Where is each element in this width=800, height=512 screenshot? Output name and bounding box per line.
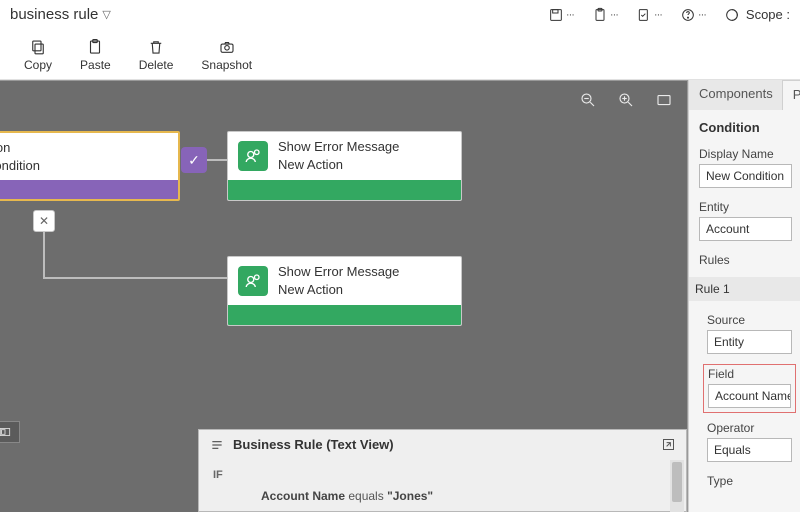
error-action-icon — [238, 266, 268, 296]
snapshot-button[interactable]: Snapshot — [201, 38, 252, 72]
title-bar: business rule ▽ ··· ··· ··· ··· Scope : — [0, 0, 800, 30]
cond-val: "Jones" — [387, 489, 433, 503]
chevron-down-icon: ▽ — [102, 8, 110, 21]
source-value: Entity — [714, 335, 744, 349]
display-name-value: New Condition — [706, 169, 784, 183]
display-name-label: Display Name — [699, 147, 792, 161]
action-title: Show Error Message — [278, 263, 399, 281]
zoom-in-icon[interactable] — [617, 91, 635, 109]
zoom-out-icon[interactable] — [579, 91, 597, 109]
fit-screen-icon[interactable] — [655, 91, 673, 109]
condition-title: ndition — [0, 139, 168, 157]
properties-panel: Components P Condition Display Name New … — [688, 80, 800, 512]
field-label: Field — [708, 367, 791, 381]
copy-label: Copy — [24, 58, 52, 72]
delete-label: Delete — [139, 58, 174, 72]
action-node[interactable]: Show Error Message New Action — [227, 256, 462, 326]
action-sub: New Action — [278, 281, 399, 299]
designer-canvas[interactable]: ndition w Condition ✓ ✕ Show Error Messa… — [0, 80, 688, 512]
source-label: Source — [707, 313, 792, 327]
action-sub: New Action — [278, 156, 399, 174]
rule-header[interactable]: Rule 1 — [689, 277, 800, 301]
condition-sub: w Condition — [0, 157, 168, 175]
header-actions: ··· ··· ··· ··· Scope : — [548, 7, 790, 23]
canvas-zoom-controls — [579, 91, 673, 109]
scrollbar[interactable] — [670, 460, 684, 512]
error-action-icon — [238, 141, 268, 171]
false-branch-cap[interactable]: ✕ — [33, 210, 55, 232]
textview-panel: Business Rule (Text View) IF Account Nam… — [198, 429, 687, 512]
scope-selector[interactable]: Scope : — [724, 7, 790, 23]
tab-components[interactable]: Components — [689, 80, 783, 110]
scope-label: Scope : — [746, 7, 790, 22]
action-title: Show Error Message — [278, 138, 399, 156]
clipboard-icon[interactable]: ··· — [592, 7, 618, 23]
toolbar: Copy Paste Delete Snapshot — [0, 30, 800, 80]
if-keyword: IF — [213, 469, 223, 481]
tab-properties[interactable]: P — [782, 80, 800, 110]
sidepanel-tabs: Components P — [689, 80, 800, 110]
snapshot-label: Snapshot — [201, 58, 252, 72]
rules-label: Rules — [699, 253, 792, 267]
save-icon[interactable]: ··· — [548, 7, 574, 23]
action-footer-bar — [228, 180, 461, 201]
minimap-toggle[interactable] — [0, 421, 20, 443]
type-label: Type — [707, 474, 792, 488]
list-icon — [209, 437, 225, 453]
action-node[interactable]: Show Error Message New Action — [227, 131, 462, 201]
field-value: Account Name — [715, 389, 791, 403]
paste-label: Paste — [80, 58, 111, 72]
entity-value: Account — [706, 222, 749, 236]
entity-input[interactable]: Account — [699, 217, 792, 241]
connector-line — [43, 232, 45, 279]
textview-title: Business Rule (Text View) — [233, 437, 394, 452]
condition-node[interactable]: ndition w Condition — [0, 131, 180, 201]
textview-body: IF Account Name equals "Jones" THEN — [199, 460, 686, 512]
true-branch-cap[interactable]: ✓ — [181, 147, 207, 173]
connector-line — [207, 159, 227, 161]
action-footer-bar — [228, 305, 461, 326]
field-input[interactable]: Account Name — [708, 384, 791, 408]
delete-button[interactable]: Delete — [139, 38, 174, 72]
entity-label: Entity — [699, 200, 792, 214]
record-title[interactable]: business rule ▽ — [10, 6, 111, 23]
validate-icon[interactable]: ··· — [636, 7, 662, 23]
cond-mid: equals — [345, 489, 387, 503]
source-input[interactable]: Entity — [707, 330, 792, 354]
field-highlight: Field Account Name — [703, 364, 796, 413]
copy-button[interactable]: Copy — [24, 38, 52, 72]
condition-footer-bar — [0, 180, 178, 199]
paste-button[interactable]: Paste — [80, 38, 111, 72]
panel-heading: Condition — [699, 120, 792, 135]
operator-value: Equals — [714, 443, 751, 457]
help-icon[interactable]: ··· — [680, 7, 706, 23]
title-text: business rule — [10, 6, 98, 23]
expand-icon[interactable] — [661, 437, 676, 452]
display-name-input[interactable]: New Condition — [699, 164, 792, 188]
operator-label: Operator — [707, 421, 792, 435]
connector-line — [43, 277, 227, 279]
cond-field: Account Name — [261, 489, 345, 503]
operator-input[interactable]: Equals — [707, 438, 792, 462]
